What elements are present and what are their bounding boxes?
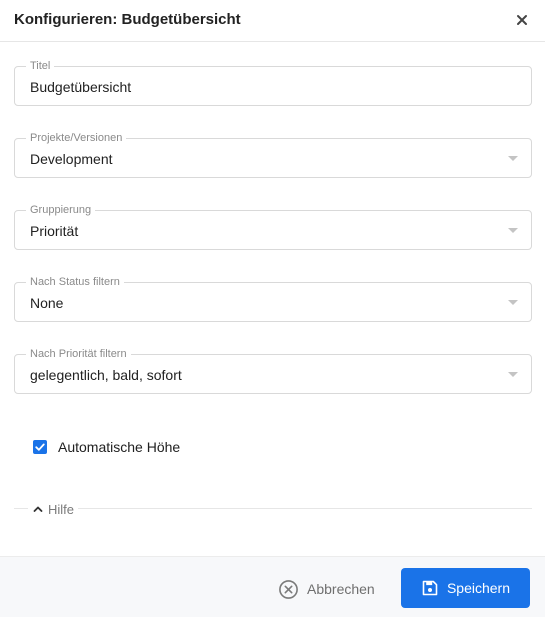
configure-dialog: Konfigurieren: Budgetübersicht Titel Bud… <box>0 0 545 617</box>
save-button-label: Speichern <box>446 580 511 596</box>
help-toggle[interactable]: Hilfe <box>28 500 79 518</box>
chevron-up-icon <box>33 506 43 512</box>
help-divider <box>14 508 532 509</box>
grouping-select-value: Priorität <box>30 223 79 239</box>
projects-select-value: Development <box>30 151 113 167</box>
auto-height-checkbox[interactable] <box>33 440 47 454</box>
priority-filter-label: Nach Priorität filtern <box>26 348 131 360</box>
title-input-label: Titel <box>26 60 55 72</box>
projects-select-label: Projekte/Versionen <box>26 132 127 144</box>
help-label: Hilfe <box>48 501 75 517</box>
priority-filter-value: gelegentlich, bald, sofort <box>30 367 182 383</box>
chevron-down-icon <box>508 300 518 305</box>
auto-height-label: Automatische Höhe <box>58 439 181 455</box>
status-filter-select[interactable]: Nach Status filtern None <box>14 276 532 322</box>
chevron-down-icon <box>508 372 518 377</box>
cancel-circle-icon <box>279 579 298 599</box>
priority-filter-select[interactable]: Nach Priorität filtern gelegentlich, bal… <box>14 348 532 394</box>
chevron-down-icon <box>508 228 518 233</box>
title-input[interactable]: Titel Budgetübersicht <box>14 60 532 106</box>
save-icon <box>422 580 438 596</box>
dialog-title: Konfigurieren: Budgetübersicht <box>14 11 241 28</box>
status-filter-label: Nach Status filtern <box>26 276 124 288</box>
grouping-select-label: Gruppierung <box>26 204 96 216</box>
auto-height-option[interactable]: Automatische Höhe <box>33 438 180 456</box>
help-section: Hilfe <box>14 500 532 518</box>
title-input-value: Budgetübersicht <box>30 79 132 95</box>
chevron-down-icon <box>508 156 518 161</box>
cancel-button-label: Abbrechen <box>307 581 375 597</box>
grouping-select[interactable]: Gruppierung Priorität <box>14 204 532 250</box>
checkmark-icon <box>35 443 45 451</box>
projects-select[interactable]: Projekte/Versionen Development <box>14 132 532 178</box>
save-button[interactable]: Speichern <box>401 568 530 608</box>
close-icon[interactable] <box>513 11 531 29</box>
dialog-header: Konfigurieren: Budgetübersicht <box>0 0 545 42</box>
cancel-button[interactable]: Abbrechen <box>278 577 375 601</box>
dialog-footer: Abbrechen Speichern <box>0 556 545 617</box>
status-filter-value: None <box>30 295 64 311</box>
